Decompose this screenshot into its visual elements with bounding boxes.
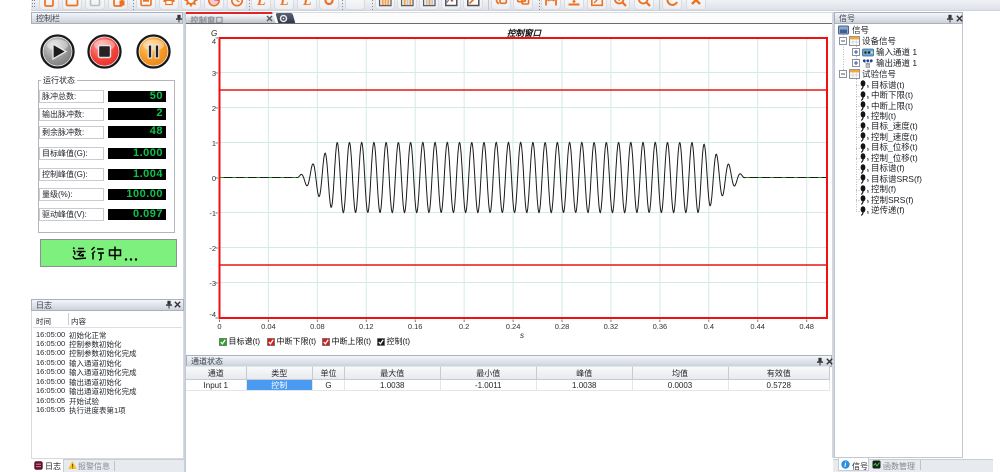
svg-text:WAV: WAV [348, 0, 361, 2]
svg-text:L: L [279, 0, 289, 9]
svg-text:L: L [256, 0, 266, 9]
svg-text:L: L [302, 0, 312, 9]
